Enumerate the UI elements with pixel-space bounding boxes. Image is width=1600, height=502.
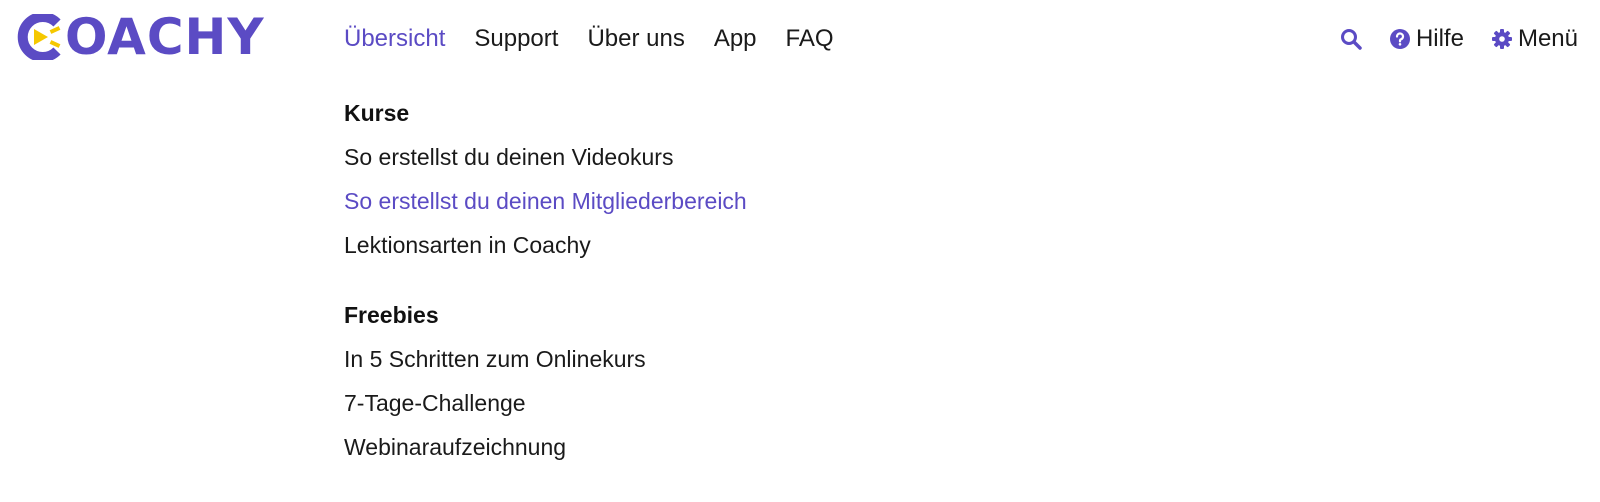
utility-nav: Hilfe Menü: [1340, 22, 1578, 56]
section-title-freebies: Freebies: [344, 302, 439, 328]
link-7-tage-challenge[interactable]: 7-Tage-Challenge: [344, 388, 747, 418]
help-label: Hilfe: [1415, 25, 1464, 52]
coachy-logo-mark-icon: [17, 14, 61, 60]
logo-wordmark: OACHY: [65, 8, 265, 66]
nav-item-faq[interactable]: FAQ: [786, 22, 834, 56]
main-nav: Übersicht Support Über uns App FAQ: [344, 22, 834, 56]
section-title-kurse: Kurse: [344, 100, 410, 126]
link-lektionsarten[interactable]: Lektionsarten in Coachy: [344, 230, 747, 260]
menu-content: Kurse So erstellst du deinen Videokurs S…: [344, 98, 747, 502]
link-onlinekurs-schritte[interactable]: In 5 Schritten zum Onlinekurs: [344, 344, 747, 374]
menu-button[interactable]: Menü: [1491, 22, 1578, 56]
nav-item-ueber-uns[interactable]: Über uns: [587, 22, 684, 56]
nav-item-uebersicht[interactable]: Übersicht: [344, 22, 445, 56]
search-icon[interactable]: [1340, 28, 1362, 50]
coachy-logo[interactable]: OACHY: [17, 12, 265, 62]
gear-icon: [1491, 29, 1512, 49]
section-kurse: Kurse So erstellst du deinen Videokurs S…: [344, 98, 747, 260]
nav-item-support[interactable]: Support: [474, 22, 558, 56]
link-videokurs[interactable]: So erstellst du deinen Videokurs: [344, 142, 747, 172]
question-circle-icon: [1389, 29, 1410, 49]
site-header: OACHY Übersicht Support Über uns App FAQ…: [0, 0, 1600, 78]
nav-item-app[interactable]: App: [714, 22, 757, 56]
link-mitgliederbereich[interactable]: So erstellst du deinen Mitgliederbereich: [344, 186, 747, 216]
help-button[interactable]: Hilfe: [1389, 22, 1464, 56]
section-freebies: Freebies In 5 Schritten zum Onlinekurs 7…: [344, 300, 747, 462]
menu-label: Menü: [1517, 25, 1578, 52]
link-webinaraufzeichnung[interactable]: Webinaraufzeichnung: [344, 432, 747, 462]
